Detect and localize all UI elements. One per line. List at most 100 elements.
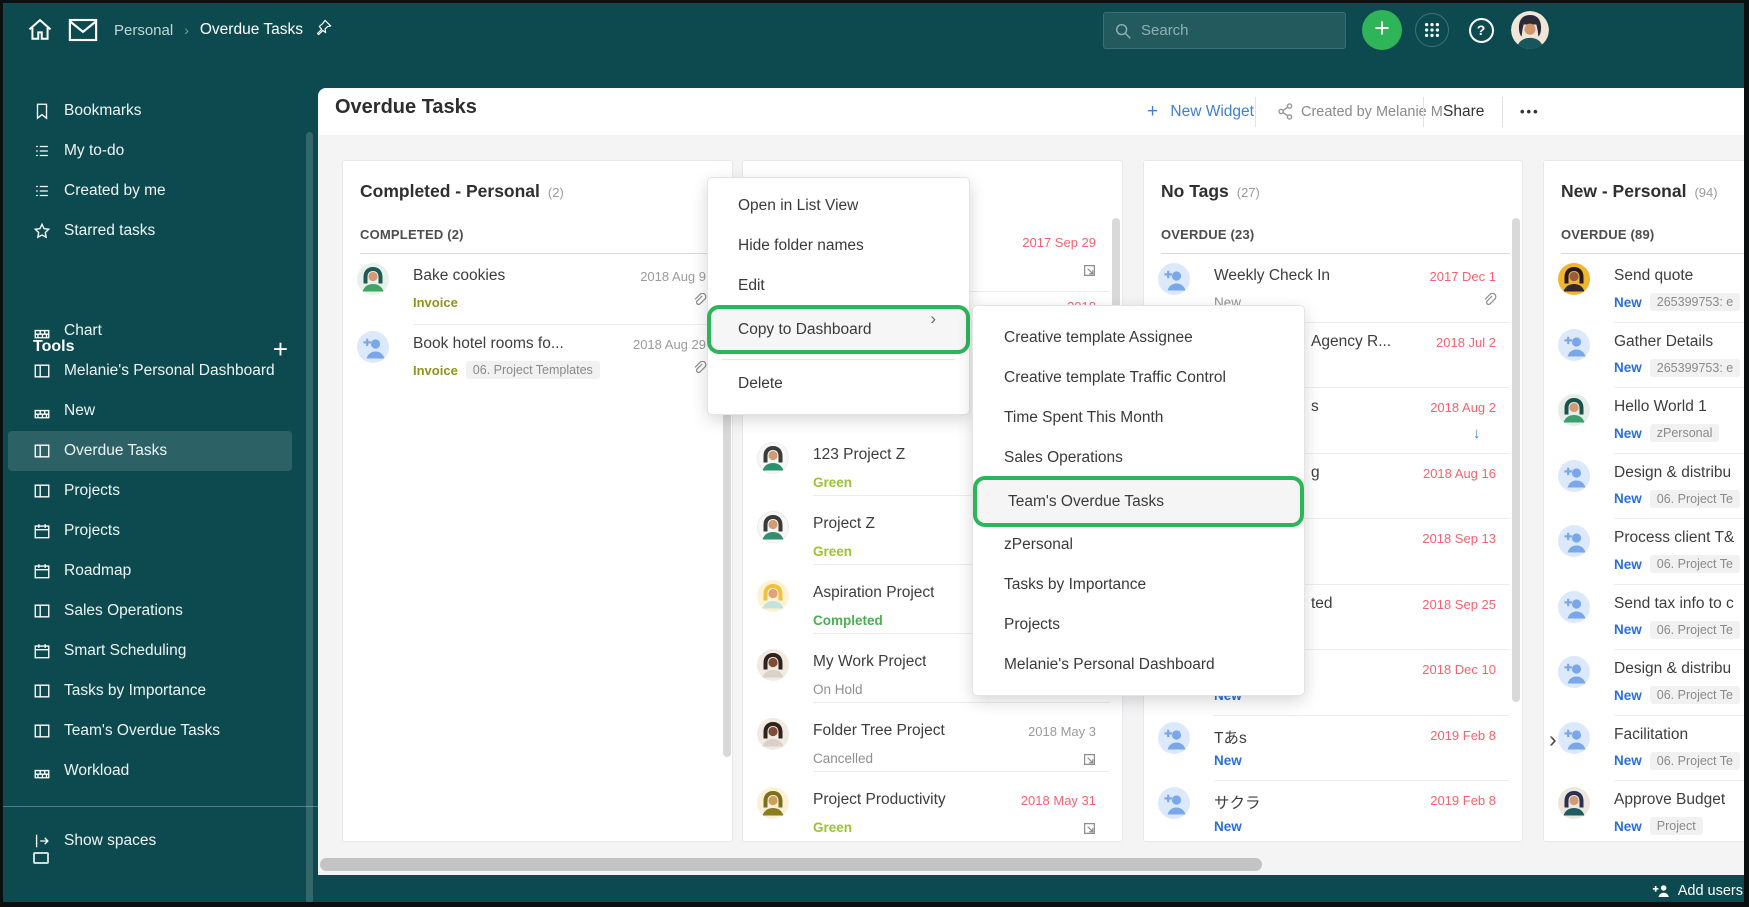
sidebar-item[interactable]: Team's Overdue Tasks: [0, 711, 298, 751]
search-input[interactable]: [1141, 22, 1321, 39]
assign-user-icon: [1158, 722, 1190, 754]
sidebar-item-icon: [33, 522, 51, 540]
task-title: Agency R...: [1311, 333, 1391, 351]
expand-icon[interactable]: [1082, 263, 1097, 278]
task-card[interactable]: Bake cookies 2018 Aug 9 Invoice: [343, 256, 732, 324]
task-card[interactable]: Design & distribu New 06. Project Te: [1544, 453, 1749, 519]
sidebar-item-icon: [33, 682, 51, 700]
task-title: Send quote: [1614, 267, 1693, 285]
menu-item-copy-to-dashboard[interactable]: Copy to Dashboard: [711, 309, 966, 350]
submenu-item[interactable]: Team's Overdue Tasks: [977, 480, 1300, 523]
sidebar-item[interactable]: Overdue Tasks: [8, 431, 292, 471]
task-card[interactable]: Approve Budget New Project: [1544, 780, 1749, 841]
task-title: Design & distribu: [1614, 464, 1731, 482]
sidebar-scrollbar[interactable]: [306, 132, 313, 907]
sidebar-item[interactable]: Bookmarks: [0, 91, 298, 131]
submenu-item[interactable]: Creative template Assignee: [973, 318, 1304, 358]
task-card[interactable]: Send tax info to c New 06. Project Te: [1544, 584, 1749, 650]
inbox-mail-icon[interactable]: [68, 18, 98, 47]
breadcrumb-separator-icon: ›: [184, 22, 189, 38]
home-icon[interactable]: [26, 16, 54, 49]
menu-item-open-list-view[interactable]: Open in List View: [708, 186, 969, 226]
sidebar-item-icon: [33, 402, 51, 420]
dashboard-icon: [33, 602, 51, 620]
submenu-item[interactable]: zPersonal: [973, 525, 1304, 565]
task-due-date: 2018 Aug 9: [640, 269, 706, 284]
task-card[interactable]: Folder Tree Project 2018 May 3 Cancelled: [743, 702, 1122, 771]
sidebar-item[interactable]: New: [0, 391, 298, 431]
user-avatar[interactable]: [1511, 11, 1549, 49]
submenu-item[interactable]: Melanie's Personal Dashboard: [973, 645, 1304, 685]
dashboard-icon: [33, 722, 51, 740]
task-status: New: [1614, 491, 1642, 506]
search-box: [1103, 12, 1346, 49]
task-card[interactable]: Hello World 1 New zPersonal: [1544, 387, 1749, 453]
task-title: Weekly Check In: [1214, 267, 1330, 285]
submenu-item[interactable]: Tasks by Importance: [973, 565, 1304, 605]
window-edge: [1744, 0, 1749, 907]
menu-item-delete[interactable]: Delete: [708, 364, 969, 404]
created-by-button[interactable]: Created by Melanie M: [1278, 88, 1443, 135]
breadcrumb-section[interactable]: Personal: [114, 22, 173, 39]
sidebar-item[interactable]: Projects: [0, 511, 298, 551]
sidebar-item[interactable]: Melanie's Personal Dashboard: [0, 351, 298, 391]
task-card[interactable]: Process client T& New 06. Project Te: [1544, 518, 1749, 584]
submenu-item[interactable]: Time Spent This Month: [973, 398, 1304, 438]
submenu-item[interactable]: Sales Operations: [973, 438, 1304, 478]
sidebar-item[interactable]: Projects: [0, 471, 298, 511]
task-card[interactable]: サクラ 2019 Feb 8 New: [1144, 780, 1522, 841]
more-options-button[interactable]: •••: [1520, 88, 1540, 135]
column-scrollbar[interactable]: [1512, 218, 1520, 702]
task-title: ted: [1311, 595, 1333, 613]
sidebar-item[interactable]: Smart Scheduling: [0, 631, 298, 671]
pin-icon[interactable]: [314, 18, 333, 42]
sidebar: Bookmarks My to-do Created by me: [0, 60, 318, 907]
share-button[interactable]: Share: [1443, 88, 1484, 135]
sidebar-item-icon: [33, 102, 51, 120]
menu-item-hide-folder-names[interactable]: Hide folder names: [708, 226, 969, 266]
calendar-icon: [33, 562, 51, 580]
task-card[interactable]: Book hotel rooms fo... 2018 Aug 29 Invoi…: [343, 324, 732, 392]
submenu-item[interactable]: Projects: [973, 605, 1304, 645]
show-spaces-button[interactable]: Show spaces: [33, 824, 156, 858]
assignee-avatar: [757, 787, 789, 819]
new-widget-button[interactable]: + New Widget: [1147, 88, 1254, 135]
sidebar-item[interactable]: Roadmap: [0, 551, 298, 591]
submenu-arrow-icon: ›: [930, 309, 936, 329]
sidebar-item-icon: [33, 222, 51, 240]
sidebar-item[interactable]: Tasks by Importance: [0, 671, 298, 711]
header-divider: [1255, 97, 1256, 127]
task-card[interactable]: Gather Details New 265399753: e: [1544, 322, 1749, 388]
task-due-date: 2018 Aug 2: [1430, 400, 1496, 415]
sidebar-item[interactable]: Chart: [0, 311, 298, 351]
sidebar-item[interactable]: Workload: [0, 751, 298, 791]
help-icon[interactable]: ?: [1464, 13, 1498, 47]
expand-icon[interactable]: [1082, 752, 1097, 767]
folder-tag: Invoice: [413, 295, 458, 310]
app-window: Personal › Overdue Tasks + ?: [0, 0, 1749, 907]
sidebar-item[interactable]: My to-do: [0, 131, 298, 171]
sidebar-item-label: Sales Operations: [64, 602, 183, 620]
task-title: 123 Project Z: [813, 446, 905, 464]
task-card[interactable]: Facilitation New 06. Project Te: [1544, 715, 1749, 781]
task-card[interactable]: Project Productivity 2018 May 31 Green: [743, 771, 1122, 840]
task-card[interactable]: Design & distribu New 06. Project Te: [1544, 649, 1749, 715]
sidebar-item[interactable]: Created by me: [0, 171, 298, 211]
expand-icon[interactable]: [1082, 821, 1097, 836]
folder-badge: 265399753: e: [1650, 359, 1740, 377]
sidebar-item[interactable]: Starred tasks: [0, 211, 298, 251]
window-edge: [0, 0, 1749, 3]
task-status: Completed: [813, 613, 883, 628]
assign-user-icon: [1558, 525, 1590, 557]
column-expand-chevron-icon[interactable]: ›: [1549, 726, 1557, 753]
header-divider: [1423, 97, 1424, 127]
task-card[interactable]: Tあs 2019 Feb 8 New: [1144, 715, 1522, 781]
apps-grid-icon[interactable]: [1415, 13, 1449, 47]
menu-item-edit[interactable]: Edit: [708, 266, 969, 306]
create-new-button[interactable]: +: [1362, 10, 1402, 50]
submenu-item[interactable]: Creative template Traffic Control: [973, 358, 1304, 398]
horizontal-scrollbar[interactable]: [320, 858, 1262, 871]
breadcrumb-page[interactable]: Overdue Tasks: [200, 21, 303, 39]
task-card[interactable]: Send quote New 265399753: e: [1544, 256, 1749, 322]
sidebar-item[interactable]: Sales Operations: [0, 591, 298, 631]
